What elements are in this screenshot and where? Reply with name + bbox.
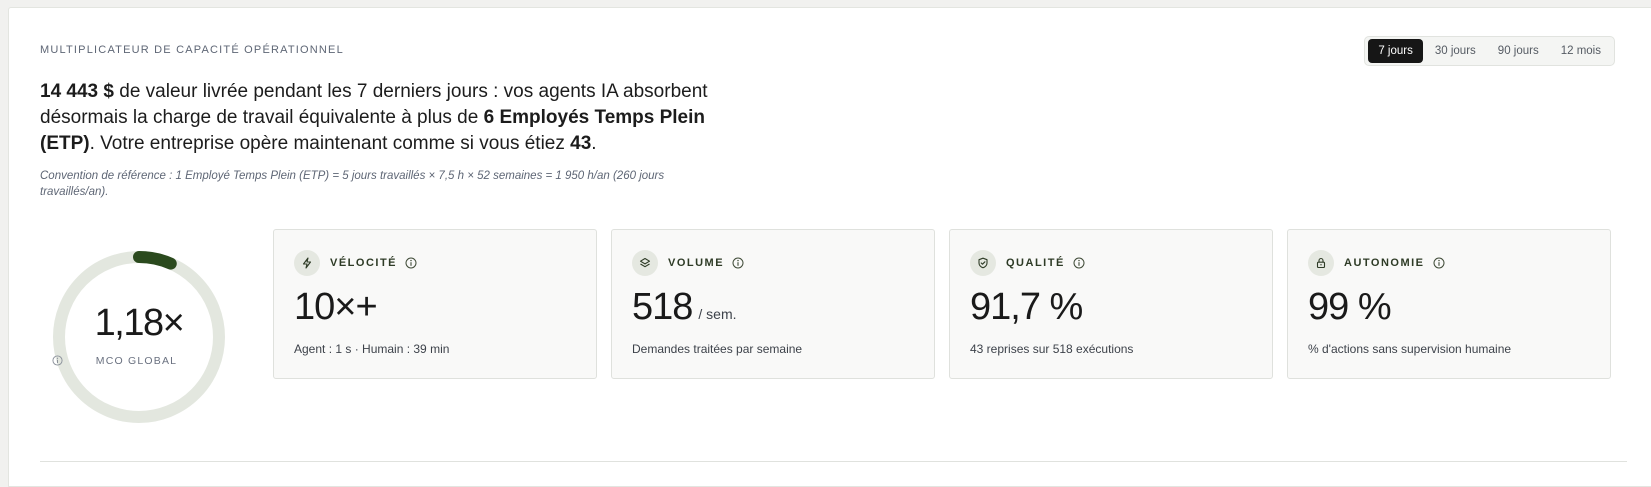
range-90-days-button[interactable]: 90 jours xyxy=(1488,39,1549,63)
card-title: QUALITÉ xyxy=(1006,257,1065,269)
card-value-row: 91,7 % xyxy=(970,286,1083,329)
global-mco-gauge: 1,18× MCO GLOBAL xyxy=(52,250,226,424)
card-subtitle: Demandes traitées par semaine xyxy=(632,342,803,356)
metric-card-autonomy: AUTONOMIE 99 % % d'actions sans supervis… xyxy=(1287,229,1611,379)
time-range-selector: 7 jours 30 jours 90 jours 12 mois xyxy=(1364,36,1615,66)
card-header: VÉLOCITÉ xyxy=(294,250,417,276)
metric-card-velocity: VÉLOCITÉ 10×+ Agent : 1 s · Humain : 39 … xyxy=(273,229,597,379)
card-header: QUALITÉ xyxy=(970,250,1085,276)
card-subtitle: % d'actions sans supervision humaine xyxy=(1308,342,1512,356)
card-title: VOLUME xyxy=(668,257,725,269)
info-icon[interactable] xyxy=(1433,257,1445,269)
card-subtitle: 43 reprises sur 518 exécutions xyxy=(970,342,1134,356)
card-value: 91,7 % xyxy=(970,286,1083,328)
metric-card-volume: VOLUME 518 / sem. Demandes traitées par … xyxy=(611,229,935,379)
headline-text-2: . Votre entreprise opère maintenant comm… xyxy=(89,133,571,154)
capacity-panel: MULTIPLICATEUR DE CAPACITÉ OPÉRATIONNEL … xyxy=(8,7,1651,487)
gauge-label: MCO GLOBAL xyxy=(95,355,178,367)
card-value-row: 518 / sem. xyxy=(632,286,737,329)
headline-text-3: . xyxy=(591,133,597,154)
card-subtitle: Agent : 1 s · Humain : 39 min xyxy=(294,342,450,356)
layers-icon xyxy=(632,250,658,276)
section-divider xyxy=(40,461,1627,462)
bolt-icon xyxy=(294,250,320,276)
reference-note: Convention de référence : 1 Employé Temp… xyxy=(40,170,665,198)
card-value-row: 10×+ xyxy=(294,286,378,329)
card-value-row: 99 % xyxy=(1308,286,1392,329)
range-30-days-button[interactable]: 30 jours xyxy=(1425,39,1486,63)
metric-card-quality: QUALITÉ 91,7 % 43 reprises sur 518 exécu… xyxy=(949,229,1273,379)
card-value: 518 xyxy=(632,286,693,328)
summary-headline: 14 443 $ de valeur livrée pendant les 7 … xyxy=(40,79,760,157)
gauge-label-row: MCO GLOBAL xyxy=(52,355,226,367)
card-title: AUTONOMIE xyxy=(1344,257,1425,269)
equivalent-team-size: 43 xyxy=(570,133,592,154)
shield-check-icon xyxy=(970,250,996,276)
section-title: MULTIPLICATEUR DE CAPACITÉ OPÉRATIONNEL xyxy=(40,44,344,56)
info-icon[interactable] xyxy=(1073,257,1085,269)
card-value: 99 % xyxy=(1308,286,1392,328)
card-header: AUTONOMIE xyxy=(1308,250,1445,276)
lock-icon xyxy=(1308,250,1334,276)
info-icon[interactable] xyxy=(405,257,417,269)
range-12-months-button[interactable]: 12 mois xyxy=(1551,39,1611,63)
card-header: VOLUME xyxy=(632,250,744,276)
range-7-days-button[interactable]: 7 jours xyxy=(1368,39,1423,63)
value-amount: 14 443 $ xyxy=(40,81,114,102)
gauge-value: 1,18× xyxy=(94,302,185,344)
card-unit: / sem. xyxy=(698,306,737,322)
info-icon[interactable] xyxy=(732,257,744,269)
card-title: VÉLOCITÉ xyxy=(330,257,398,269)
card-value: 10×+ xyxy=(294,286,378,328)
